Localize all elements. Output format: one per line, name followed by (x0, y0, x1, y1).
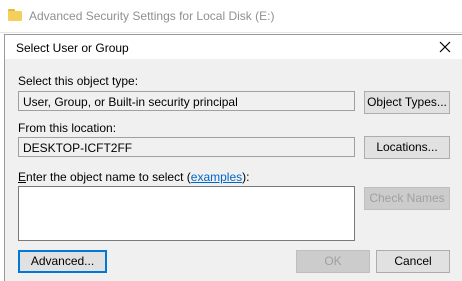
location-label: From this location: (18, 121, 117, 135)
parent-window-titlebar: Advanced Security Settings for Local Dis… (0, 0, 462, 33)
object-type-field: User, Group, or Built-in security princi… (18, 91, 355, 111)
select-user-dialog: Select User or Group Select this object … (4, 34, 462, 281)
dialog-titlebar: Select User or Group (5, 35, 462, 59)
dialog-title: Select User or Group (16, 41, 129, 55)
locations-button[interactable]: Locations... (364, 136, 450, 159)
object-type-label: Select this object type: (18, 74, 139, 88)
object-types-button[interactable]: Object Types... (364, 91, 450, 114)
object-name-label: Enter the object name to select (example… (18, 170, 249, 184)
ok-button[interactable]: OK (296, 250, 370, 273)
object-name-label-prefix: nter the object name to select ( (26, 170, 191, 184)
cancel-button[interactable]: Cancel (376, 250, 450, 273)
folder-icon (8, 9, 22, 21)
parent-window-title: Advanced Security Settings for Local Dis… (29, 9, 275, 23)
advanced-button[interactable]: Advanced... (18, 250, 107, 273)
object-name-label-suffix: ): (242, 170, 250, 184)
check-names-button[interactable]: Check Names (364, 187, 450, 210)
examples-link[interactable]: examples (191, 170, 242, 184)
object-name-accel-key: E (18, 170, 27, 184)
object-name-input[interactable] (18, 186, 355, 241)
close-button[interactable] (430, 35, 462, 59)
location-field: DESKTOP-ICFT2FF (18, 137, 355, 157)
close-icon (439, 41, 451, 53)
